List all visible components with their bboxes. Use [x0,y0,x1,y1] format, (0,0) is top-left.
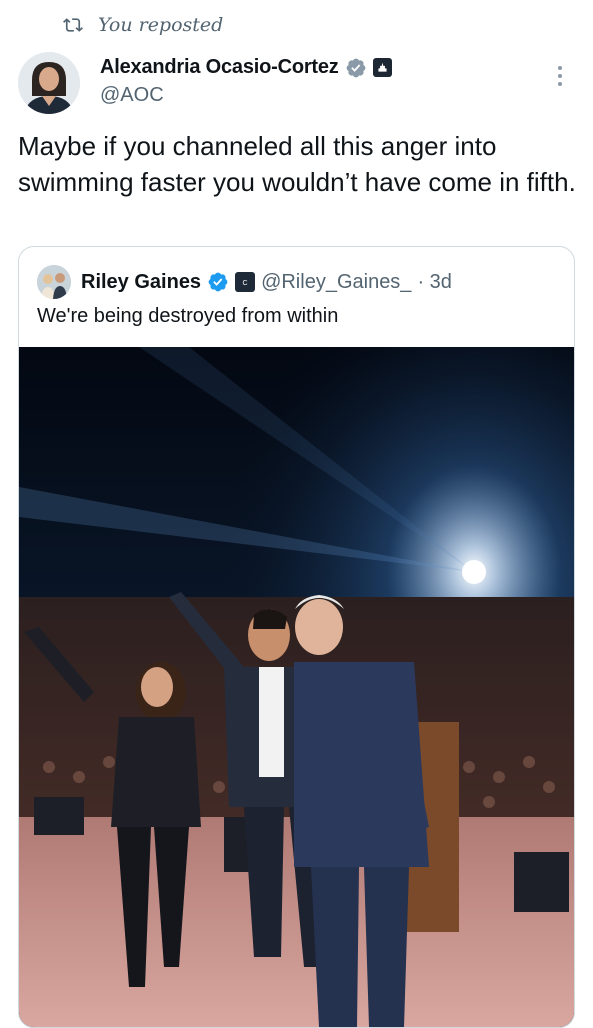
repost-icon [63,18,83,32]
quote-timestamp[interactable]: · 3d [417,271,451,294]
svg-text:C: C [243,280,248,287]
more-options-icon[interactable] [555,64,565,88]
verified-badge-icon[interactable] [345,57,367,79]
quote-header: Riley Gaines C @Riley_Gaines_ · 3d [37,265,452,299]
quote-author-name[interactable]: Riley Gaines [81,271,201,294]
author-handle[interactable]: @AOC [100,84,164,107]
quoted-post[interactable]: Riley Gaines C @Riley_Gaines_ · 3d We're… [18,246,575,1028]
repost-indicator: You reposted [62,14,223,36]
author-avatar[interactable] [18,52,80,114]
post-text: Maybe if you channeled all this anger in… [18,131,576,197]
author-name[interactable]: Alexandria Ocasio-Cortez [100,56,339,79]
quote-media-image[interactable] [19,347,574,1027]
repost-label: You reposted [98,14,224,36]
quote-avatar[interactable] [37,265,71,299]
quote-text: We're being destroyed from within [37,305,339,327]
government-badge-icon[interactable] [372,58,392,77]
business-badge-icon[interactable]: C [235,272,256,292]
author-name-row: Alexandria Ocasio-Cortez [100,56,392,79]
verified-badge-icon[interactable] [207,271,229,293]
quote-author-handle[interactable]: @Riley_Gaines_ [261,271,411,294]
